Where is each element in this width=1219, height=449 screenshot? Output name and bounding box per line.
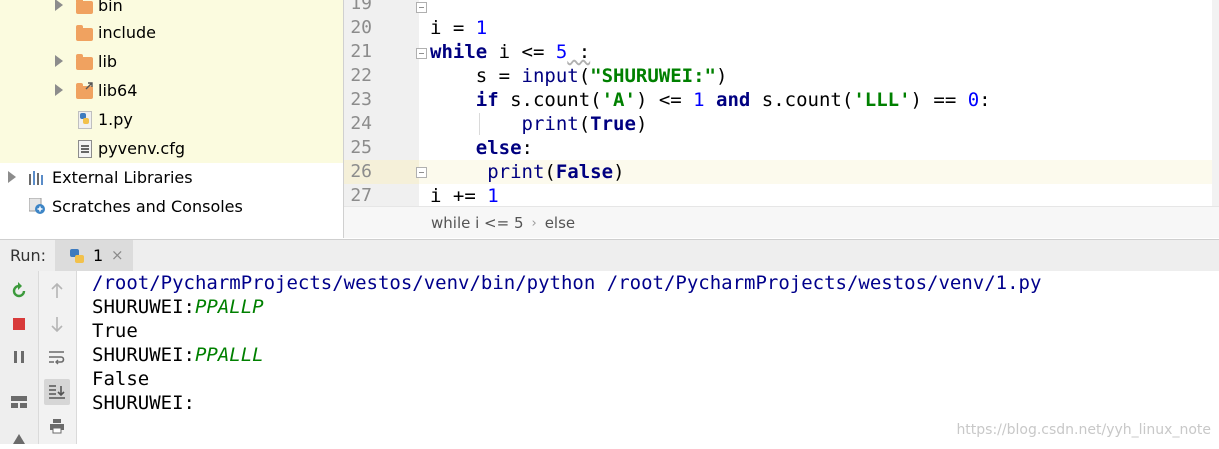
layout-icon[interactable] (9, 392, 29, 412)
tree-item-external-libraries[interactable]: External Libraries (0, 163, 343, 192)
arrow-up-icon[interactable] (47, 281, 67, 301)
tree-item-lib64[interactable]: lib64 (0, 76, 343, 105)
arrow-down-icon[interactable] (47, 314, 67, 334)
tree-item-bin[interactable]: bin (0, 0, 343, 20)
tree-item-label: External Libraries (52, 168, 193, 187)
run-toolbar-secondary (39, 271, 77, 444)
folder-icon (76, 54, 93, 70)
soft-wrap-icon[interactable] (47, 347, 67, 367)
tree-item-label: Scratches and Consoles (52, 197, 243, 216)
console-command-line: /root/PycharmProjects/westos/venv/bin/py… (92, 272, 1042, 294)
line-number: 23 (350, 89, 372, 110)
code-line-23[interactable]: if s.count('A') <= 1 and s.count('LLL') … (430, 88, 991, 112)
rerun-icon[interactable] (9, 281, 29, 301)
line-number: 27 (350, 185, 372, 206)
run-toolbar-primary (0, 271, 39, 444)
tree-item-pyvenv-cfg[interactable]: pyvenv.cfg (0, 134, 343, 163)
libraries-icon (29, 170, 46, 185)
tree-item-label: lib64 (98, 81, 138, 100)
console-line: SHURUWEI:PPALLP (92, 296, 264, 318)
expand-arrow-icon[interactable] (8, 171, 16, 183)
folder-link-icon (76, 82, 93, 99)
expand-arrow-icon[interactable] (55, 55, 63, 67)
line-number: 21 (350, 41, 372, 62)
tree-item-label: pyvenv.cfg (98, 139, 185, 158)
line-number: 26 (350, 161, 372, 182)
expand-arrow-icon[interactable] (55, 0, 63, 11)
tree-item-label: lib (98, 52, 118, 71)
folder-icon (76, 25, 93, 41)
code-line-25[interactable]: else: (430, 136, 533, 160)
tree-item-label: include (98, 23, 156, 42)
pin-icon[interactable] (9, 429, 29, 449)
python-file-icon (78, 111, 92, 129)
watermark-text: https://blog.csdn.net/yyh_linux_note (956, 422, 1211, 438)
run-label: Run: (10, 246, 47, 265)
code-line-22[interactable]: s = input("SHURUWEI:") (430, 64, 728, 88)
pause-icon[interactable] (9, 347, 29, 367)
tree-item-scratches[interactable]: Scratches and Consoles (0, 192, 343, 221)
code-line-21[interactable]: while i <= 5 : (430, 40, 590, 64)
line-number: 20 (350, 17, 372, 38)
tree-item-include[interactable]: include (0, 18, 343, 47)
python-icon (69, 248, 85, 264)
tree-item-1py[interactable]: 1.py (0, 105, 343, 134)
scroll-to-end-icon[interactable] (44, 379, 70, 405)
breadcrumb-separator: › (531, 215, 537, 231)
stop-icon[interactable] (9, 314, 29, 334)
code-line-27[interactable]: i += 1 (430, 184, 499, 208)
console-line: True (92, 320, 138, 342)
run-tool-window-header: Run: 1 × (0, 239, 1219, 272)
code-editor[interactable]: 19 20 21 22 23 24 25 26 27 i = 1 while i… (344, 0, 1219, 238)
console-line: SHURUWEI:PPALLL (92, 344, 264, 366)
code-line-24[interactable]: print(True) (430, 112, 648, 136)
fold-marker-icon[interactable] (416, 48, 427, 59)
print-icon[interactable] (47, 416, 67, 436)
project-tree: bin include lib lib64 1.py pyvenv.cfg Ex… (0, 0, 344, 238)
folder-icon (76, 0, 93, 14)
console-line: False (92, 368, 150, 390)
tree-item-lib[interactable]: lib (0, 47, 343, 76)
line-number: 24 (350, 113, 372, 134)
close-icon[interactable]: × (111, 246, 124, 264)
line-number: 25 (350, 137, 372, 158)
breadcrumb: while i <= 5 › else (344, 206, 1219, 238)
editor-scrollbar[interactable] (1212, 0, 1219, 206)
run-tab-label: 1 (93, 246, 104, 265)
line-number: 22 (350, 65, 372, 86)
run-tab-1[interactable]: 1 × (55, 240, 133, 271)
code-line-20[interactable]: i = 1 (430, 16, 487, 40)
run-console-output[interactable]: /root/PycharmProjects/westos/venv/bin/py… (77, 271, 1219, 444)
scratches-icon (28, 197, 45, 214)
fold-marker-icon[interactable] (416, 2, 427, 13)
expand-arrow-icon[interactable] (55, 84, 63, 96)
fold-marker-icon[interactable] (416, 167, 427, 178)
tree-item-label: 1.py (98, 110, 133, 129)
config-file-icon (78, 140, 92, 158)
console-line: SHURUWEI: (92, 392, 195, 414)
code-line-26[interactable]: print(False) (430, 160, 624, 184)
breadcrumb-item-else[interactable]: else (545, 214, 575, 232)
tree-item-label: bin (98, 0, 123, 15)
breadcrumb-item-while[interactable]: while i <= 5 (431, 214, 524, 232)
line-number: 19 (350, 0, 372, 14)
